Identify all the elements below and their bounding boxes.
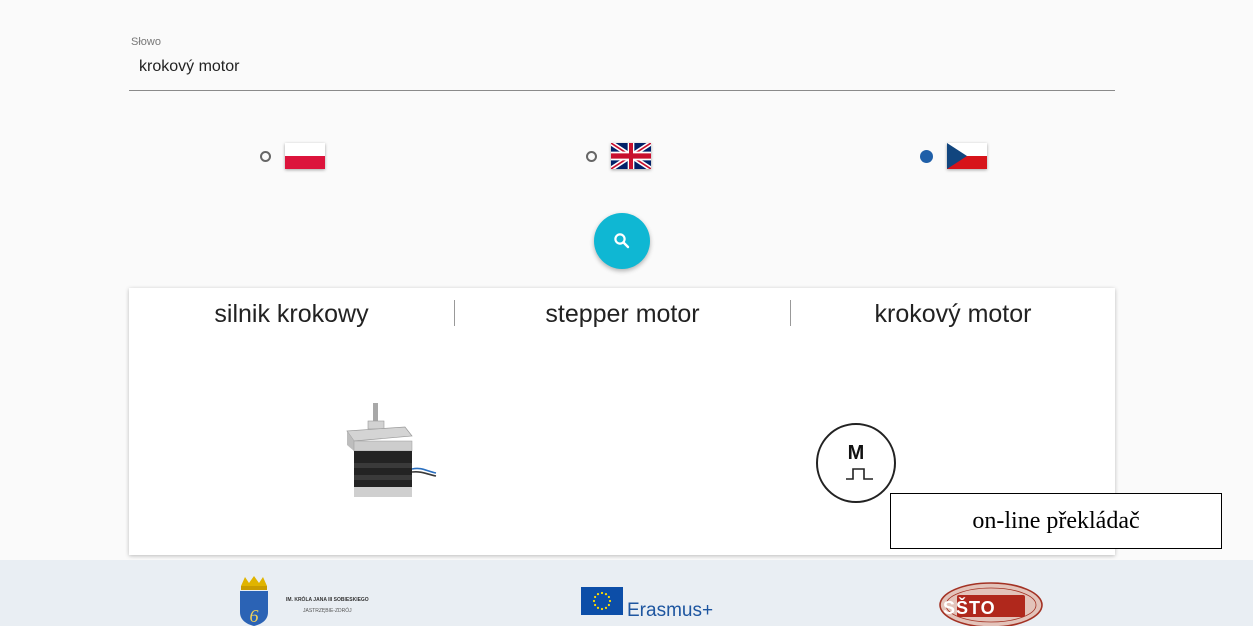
- language-option-english[interactable]: [586, 143, 651, 169]
- word-field-label: Słowo: [131, 36, 161, 48]
- motor-symbol-icon: M: [816, 423, 896, 503]
- eu-flag-icon: [581, 587, 623, 615]
- radio-button-czech[interactable]: [920, 149, 933, 163]
- result-english: stepper motor: [545, 300, 700, 328]
- radio-button-english[interactable]: [586, 150, 597, 162]
- search-icon: [614, 233, 630, 249]
- erasmus-plus-logo-text: Erasmus+: [627, 600, 714, 621]
- result-polish: silnik krokowy: [214, 300, 369, 328]
- callout-label: on-line překládač: [890, 493, 1222, 549]
- polish-flag-icon: [285, 143, 325, 169]
- school-name: IM. KRÓLA JANA III SOBIESKIEGO: [286, 597, 369, 603]
- school-city: JASTRZĘBIE-ZDRÓJ: [303, 608, 352, 614]
- svg-text:6: 6: [250, 606, 259, 626]
- stepper-motor-image: [346, 403, 437, 497]
- word-input[interactable]: [129, 58, 1119, 76]
- result-czech: krokový motor: [874, 300, 1032, 328]
- word-field: Słowo: [129, 30, 1119, 91]
- czech-flag-icon: [947, 143, 987, 169]
- uk-flag-icon: [611, 143, 651, 169]
- school-crest-icon: 6: [240, 576, 268, 626]
- radio-button-polish[interactable]: [260, 150, 271, 162]
- language-option-polish[interactable]: [260, 143, 325, 169]
- search-button[interactable]: [594, 213, 650, 269]
- ssto-logo-text: SŠTO: [943, 598, 996, 618]
- language-option-czech[interactable]: [920, 143, 987, 169]
